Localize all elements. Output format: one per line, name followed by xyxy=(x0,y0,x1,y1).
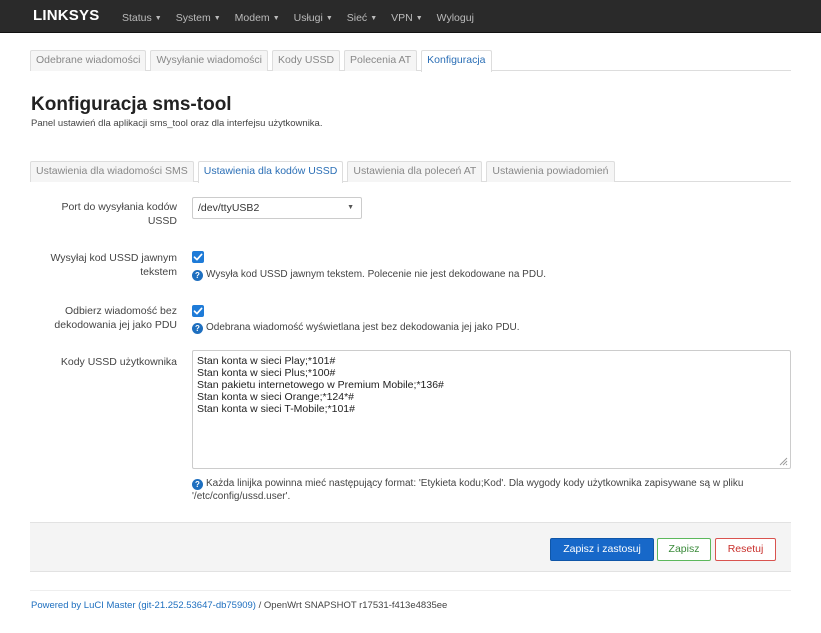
textarea-line: Stan konta w sieci Plus;*100# xyxy=(197,367,336,379)
nav-item-modem[interactable]: Modem ▼ xyxy=(235,12,280,24)
caret-down-icon: ▼ xyxy=(154,15,162,22)
tab-at-settings[interactable]: Ustawienia dla poleceń AT xyxy=(347,161,483,182)
nav-item-system[interactable]: System ▼ xyxy=(176,12,221,24)
help-icon: ? xyxy=(192,270,203,281)
textarea-line: Stan konta w sieci Play;*101# xyxy=(197,355,336,367)
form-actions: Zapisz i zastosuj Zapisz Resetuj xyxy=(30,522,791,572)
plaintext-checkbox[interactable] xyxy=(192,251,204,263)
nav-item-logout[interactable]: Wyloguj xyxy=(437,12,474,24)
chevron-down-icon: ▼ xyxy=(347,204,354,211)
port-select[interactable]: /dev/ttyUSB2 ▼ xyxy=(192,197,362,219)
nodecode-checkbox[interactable] xyxy=(192,305,204,317)
tab-sms-settings[interactable]: Ustawienia dla wiadomości SMS xyxy=(30,161,194,182)
plaintext-help: ? Wysyła kod USSD jawnym tekstem. Polecen… xyxy=(192,268,792,281)
reset-button[interactable]: Resetuj xyxy=(715,538,776,561)
user-codes-label: Kody USSD użytkownika xyxy=(60,356,177,368)
tab-received-messages[interactable]: Odebrane wiadomości xyxy=(30,50,147,71)
nav-item-services[interactable]: Usługi ▼ xyxy=(294,12,333,24)
textarea-line: Stan pakietu internetowego w Premium Mob… xyxy=(197,379,444,391)
luci-link[interactable]: Powered by LuCI Master (git-21.252.53647… xyxy=(31,600,256,611)
footer-divider xyxy=(30,590,791,591)
caret-down-icon: ▼ xyxy=(213,15,221,22)
settings-tabs: Ustawienia dla wiadomości SMS Ustawienia… xyxy=(30,161,619,183)
plaintext-label: Wysyłaj kod USSD jawnym tekstem xyxy=(50,252,177,278)
page-title: Konfiguracja sms-tool xyxy=(31,94,232,115)
help-icon: ? xyxy=(192,323,203,334)
footer: Powered by LuCI Master (git-21.252.53647… xyxy=(31,600,447,611)
tab-notification-settings[interactable]: Ustawienia powiadomień xyxy=(486,161,615,182)
brand-logo[interactable]: LINKSYS xyxy=(33,7,99,24)
tab-at-commands[interactable]: Polecenia AT xyxy=(344,50,418,71)
caret-down-icon: ▼ xyxy=(415,15,423,22)
tab-configuration[interactable]: Konfiguracja xyxy=(421,50,492,72)
nodecode-help: ? Odebrana wiadomość wyświetlana jest bez… xyxy=(192,321,792,334)
nodecode-label: Odbierz wiadomość bez dekodowania jej ja… xyxy=(54,305,177,331)
caret-down-icon: ▼ xyxy=(272,15,280,22)
resize-grip-icon[interactable] xyxy=(778,456,788,466)
textarea-line: Stan konta w sieci T-Mobile;*101# xyxy=(197,403,355,415)
port-select-value: /dev/ttyUSB2 xyxy=(198,202,260,214)
save-apply-button[interactable]: Zapisz i zastosuj xyxy=(550,538,654,561)
caret-down-icon: ▼ xyxy=(370,15,378,22)
check-icon xyxy=(193,253,203,261)
tab-ussd-settings[interactable]: Ustawienia dla kodów USSD xyxy=(197,161,344,183)
nav-item-network[interactable]: Sieć ▼ xyxy=(347,12,377,24)
top-navbar: LINKSYS Status ▼ System ▼ Modem ▼ Usługi ▼ S… xyxy=(0,0,821,33)
tab-ussd-codes[interactable]: Kody USSD xyxy=(272,50,341,71)
caret-down-icon: ▼ xyxy=(325,15,333,22)
main-tabs: Odebrane wiadomości Wysyłanie wiadomości… xyxy=(30,50,496,72)
page-description: Panel ustawień dla aplikacji sms_tool or… xyxy=(31,118,323,129)
check-icon xyxy=(193,307,203,315)
port-label: Port do wysyłania kodów USSD xyxy=(61,201,177,227)
nav-item-vpn[interactable]: VPN ▼ xyxy=(391,12,423,24)
nav-item-status[interactable]: Status ▼ xyxy=(122,12,162,24)
user-codes-help: ? Każda linijka powinna mieć następujący … xyxy=(192,478,744,502)
help-icon: ? xyxy=(192,479,203,490)
user-codes-textarea[interactable]: Stan konta w sieci Play;*101# Stan konta… xyxy=(192,350,791,469)
save-button[interactable]: Zapisz xyxy=(657,538,711,561)
nav-menu: Status ▼ System ▼ Modem ▼ Usługi ▼ Sieć ▼ VPN… xyxy=(122,12,488,24)
footer-version: / OpenWrt SNAPSHOT r17531-f413e4835ee xyxy=(255,600,448,611)
tab-send-messages[interactable]: Wysyłanie wiadomości xyxy=(150,50,269,71)
textarea-line: Stan konta w sieci Orange;*124*# xyxy=(197,391,355,403)
